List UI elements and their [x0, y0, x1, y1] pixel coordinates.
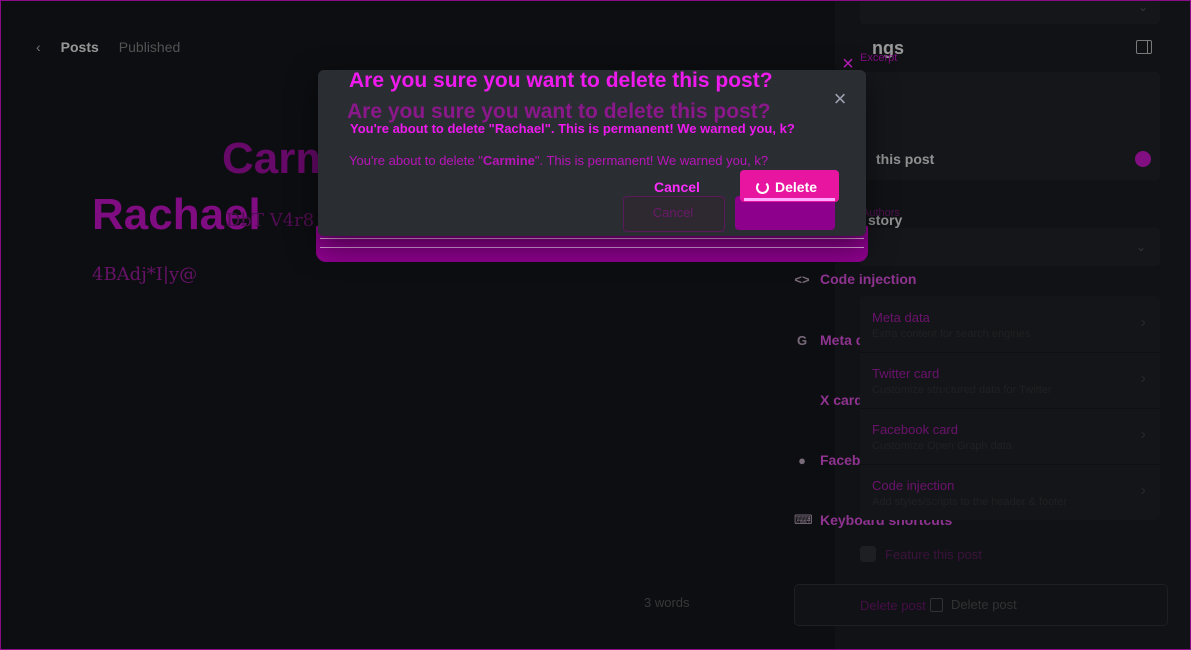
close-icon[interactable]: ×	[829, 88, 851, 110]
delete-button-text: Delete	[775, 179, 818, 195]
close-icon[interactable]: ×	[838, 54, 858, 74]
modal-title: Are you sure you want to delete this pos…	[349, 69, 773, 92]
modal-body-prefix: You're about to delete "	[350, 121, 495, 136]
cancel-button-ghost-label: Cancel	[652, 205, 694, 220]
modal-body-ghost-name: Carmine	[482, 153, 535, 168]
delete-button-label[interactable]: Delete	[756, 179, 817, 195]
page: ‹ Posts Published Carmine Rachael DbT V4…	[0, 0, 1191, 650]
modal-body-ghost: You're about to delete "Carmine". This i…	[349, 153, 768, 168]
spinner-icon	[756, 180, 769, 194]
cancel-button-label[interactable]: Cancel	[654, 179, 700, 195]
modal-body-suffix: ". This is permanent! We warned you, k?	[544, 121, 795, 136]
delete-button-stripe	[744, 198, 835, 201]
modal-body-ghost-suffix: ". This is permanent! We warned you, k?	[534, 153, 769, 168]
modal-body-name: Rachael	[494, 121, 545, 136]
modal-shadow-line	[320, 238, 864, 248]
modal-body: You're about to delete "Rachael". This i…	[350, 121, 795, 136]
modal-body-ghost-prefix: You're about to delete "	[349, 153, 483, 168]
